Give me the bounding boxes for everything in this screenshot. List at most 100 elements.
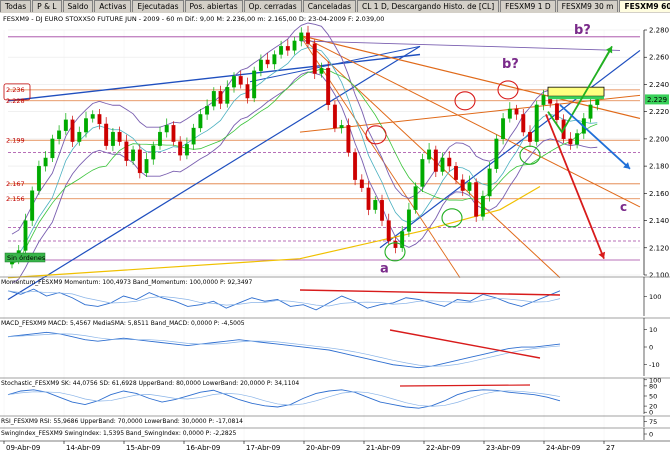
candle-body [272,54,277,65]
price-tick-label: 2.220 [649,108,669,116]
candle-body [184,144,189,156]
candle-body [205,106,210,115]
candle-body [70,119,75,142]
candle-body [36,165,41,191]
candle-body [238,76,243,85]
chart-header: FESXM9 - DJ EURO STOXX50 FUTURE JUN - 20… [3,15,384,23]
candle-body [104,123,109,146]
candle-body [380,199,384,221]
label-b-lower: b? [502,57,519,72]
candle-body [151,145,156,160]
candle-body [554,103,559,120]
candle-body [588,104,593,119]
tab-fesxm9-30m[interactable]: FESXM9 30 m [556,0,619,12]
candle-body [366,187,371,210]
candle-body [474,182,479,217]
candle-body [158,131,162,146]
candle-body [346,125,351,153]
candle-body [501,118,506,140]
candle-body [339,125,344,129]
candle-body [487,168,492,197]
price-tick-label: 2.120 [649,244,669,252]
left-level-label: 2.156 [6,195,25,203]
panel-header: RSI_FESXM9 RSI: 55,9686 UpperBand: 70,00… [1,418,243,425]
left-level-label: 2.167 [6,180,25,188]
date-tick-label: 27 [606,444,615,452]
date-tick-label: 21-Abr-09 [366,444,400,452]
candle-body [43,157,48,167]
tab-fesxm9-1d[interactable]: FESXM9 1 D [500,0,556,12]
panel-header: SwingIndex_FESXM9 SwingIndex: 1,5395 Ban… [1,430,237,437]
panel-tick-label: 10 [649,326,657,334]
candle-body [306,32,310,44]
candle-body [480,195,485,217]
left-level-label: 2.228 [6,97,25,105]
tab-ejecutadas[interactable]: Ejecutadas [132,0,184,12]
candle-body [232,76,236,88]
candle-body [373,199,378,210]
candle-body [353,152,358,180]
candle-body [245,84,250,99]
candle-body [359,179,364,189]
panel-tick-label: 80 [649,382,657,390]
candle-body [191,127,196,145]
panel-tick-label: 75 [649,418,657,426]
panel-tick-label: 100 [649,293,661,301]
candle-body [218,91,223,104]
candle-body [326,67,331,106]
panel-tick-label: 0 [649,344,653,352]
candle-body [393,240,398,248]
label-b-upper: b? [574,23,591,38]
panel-tick-label: 0 [649,409,653,417]
price-chart[interactable]: FESXM9 - DJ EURO STOXX50 FUTURE JUN - 20… [0,13,670,452]
candle-body [198,114,203,129]
tab-pl[interactable]: P & L [32,0,62,12]
panel-header: Momentum_FESXM9 Momentum: 100,4973 Band_… [1,279,252,286]
date-tick-label: 15-Abr-09 [126,444,160,452]
candle-body [131,149,136,161]
candle-body [285,46,290,51]
tab-activas[interactable]: Activas [94,0,132,12]
date-tick-label: 14-Abr-09 [66,444,100,452]
candle-body [528,131,532,142]
date-tick-label: 09-Abr-09 [6,444,40,452]
candle-body [23,220,28,251]
candle-body [63,119,68,131]
tab-pos-abiertas[interactable]: Pos. abiertas [184,0,243,12]
tab-todas[interactable]: Todas [0,0,32,12]
candle-body [575,133,580,145]
price-tick-label: 2.160 [649,190,669,198]
candle-body [225,87,230,104]
candle-body [124,141,129,161]
tab-cl-1d[interactable]: CL 1 D, Descargando Histo. de [CL] [356,0,500,12]
date-tick-label: 24-Abr-09 [546,444,580,452]
price-tick-label: 2.180 [649,163,669,171]
candle-body [292,40,297,51]
price-tick-label: 2.260 [649,54,669,62]
price-tick-label: 2.100 [649,272,669,280]
candle-body [178,141,183,156]
candle-body [514,108,519,115]
tab-fesxm9-60m[interactable]: FESXM9 60 m [619,0,670,12]
panel-header: Stochastic_FESXM9 SK: 44,0756 SD: 61,692… [1,380,299,387]
candle-body [117,131,122,142]
panel-tick-label: 0 [649,431,653,439]
tab-saldo[interactable]: Saldo [62,0,94,12]
candle-body [77,131,82,142]
price-tick-label: 2.140 [649,217,669,225]
candle-body [568,138,573,145]
label-a: a [380,261,389,276]
candle-body [90,114,95,119]
target-box-fill [548,96,604,100]
candle-body [211,91,216,107]
date-tick-label: 23-Abr-09 [486,444,520,452]
candle-body [332,104,337,129]
date-tick-label: 22-Abr-09 [426,444,460,452]
candle-body [420,159,425,187]
candle-body [30,190,35,221]
candle-body [460,179,465,191]
candle-body [494,138,499,169]
tab-op-cerradas[interactable]: Op. cerradas [243,0,302,12]
tab-canceladas[interactable]: Canceladas [302,0,356,12]
candle-body [258,59,263,71]
